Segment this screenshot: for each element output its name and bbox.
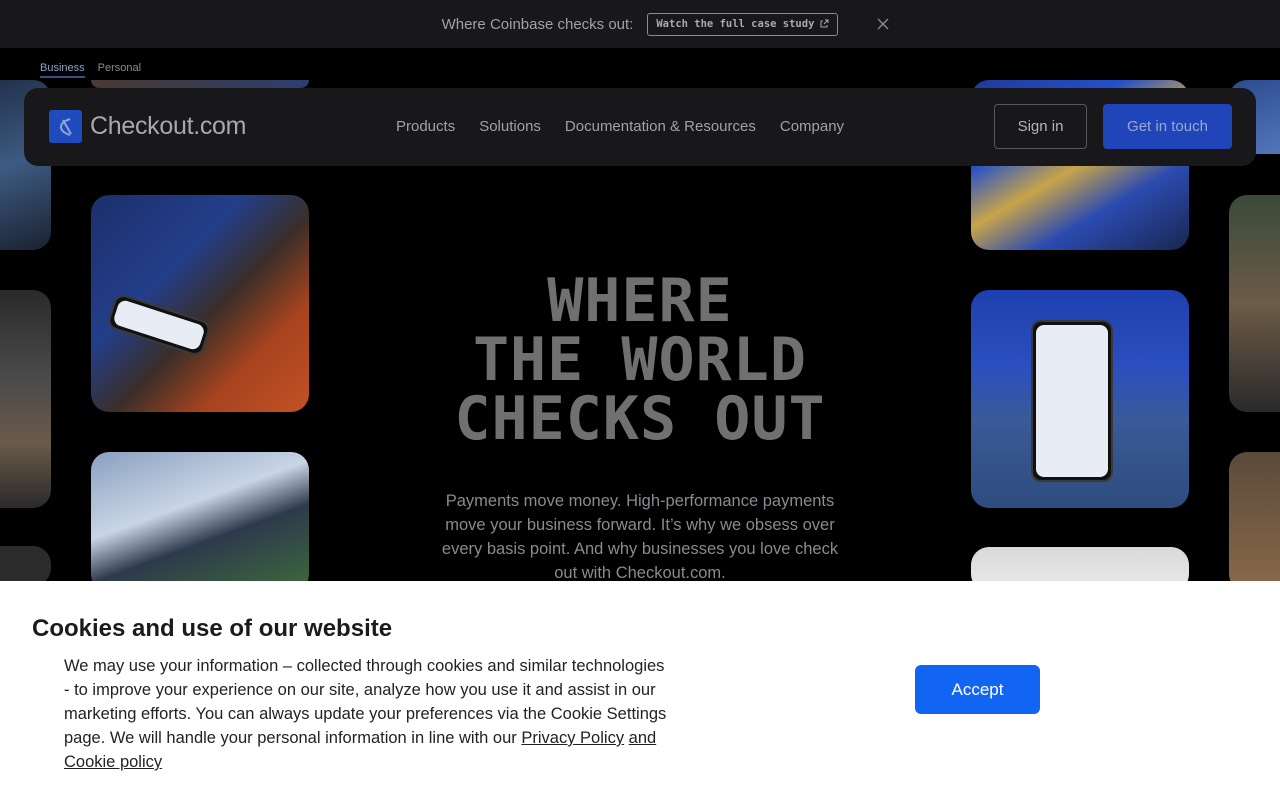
tab-personal[interactable]: Personal [98, 62, 141, 78]
main-header: Checkout.com Products Solutions Document… [24, 88, 1256, 166]
photo-tile-building-person [91, 452, 309, 592]
hero-title-line: THE WORLD [472, 325, 808, 395]
external-link-icon [820, 19, 829, 28]
sign-in-button[interactable]: Sign in [994, 104, 1087, 149]
nav-products[interactable]: Products [396, 118, 455, 135]
checkout-logo-icon [49, 110, 82, 143]
close-icon[interactable] [875, 16, 891, 32]
nav-documentation-resources[interactable]: Documentation & Resources [565, 118, 756, 135]
hero-title-line: WHERE [547, 266, 733, 336]
photo-tile [1229, 452, 1280, 592]
hero-title-line: CHECKS OUT [454, 384, 826, 454]
hero-subtitle: Payments move money. High-performance pa… [441, 492, 839, 582]
photo-tile-phone-hands [91, 195, 309, 412]
banner-text: Where Coinbase checks out: [441, 15, 634, 33]
case-study-label: Watch the full case study [656, 18, 815, 30]
nav-solutions[interactable]: Solutions [479, 118, 541, 135]
primary-nav: Products Solutions Documentation & Resou… [396, 118, 844, 135]
audience-switch: Business Personal [40, 62, 141, 78]
photo-tile-phone-lanyard [971, 290, 1189, 508]
hero-title: WHERE THE WORLD CHECKS OUT [340, 266, 940, 454]
phone-image [1031, 320, 1113, 482]
logo[interactable]: Checkout.com [49, 110, 247, 143]
photo-tile [0, 290, 51, 508]
photo-tile [0, 546, 51, 586]
case-study-link[interactable]: Watch the full case study [647, 12, 839, 36]
accept-button[interactable]: Accept [915, 665, 1040, 714]
privacy-policy-link[interactable]: Privacy Policy [521, 729, 624, 747]
cookie-banner: Cookies and use of our website We may us… [0, 581, 1280, 800]
cookie-title: Cookies and use of our website [32, 615, 393, 642]
tab-business[interactable]: Business [40, 62, 85, 78]
phone-image [105, 292, 213, 358]
promo-banner: Where Coinbase checks out: Watch the ful… [0, 0, 1280, 48]
logo-text: Checkout.com [90, 112, 247, 140]
photo-tile [1229, 195, 1280, 412]
get-in-touch-button[interactable]: Get in touch [1103, 104, 1232, 149]
photo-tile [91, 80, 309, 88]
nav-company[interactable]: Company [780, 118, 844, 135]
cookie-text: We may use your information – collected … [64, 654, 674, 774]
